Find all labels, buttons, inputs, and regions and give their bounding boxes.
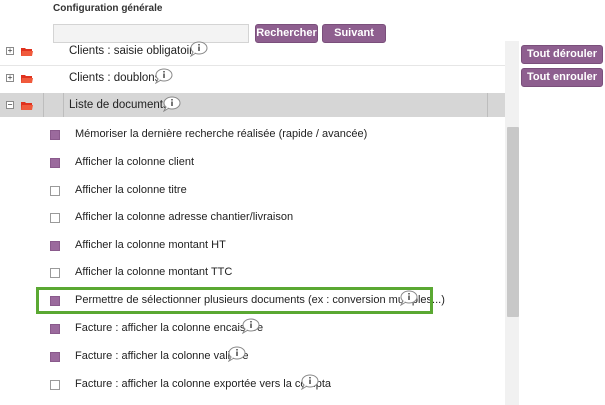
info-icon[interactable] — [189, 41, 208, 57]
setting-label: Afficher la colonne montant HT — [75, 239, 226, 251]
info-icon[interactable] — [162, 96, 181, 112]
setting-label: Afficher la colonne montant TTC — [75, 266, 233, 278]
highlight-frame — [36, 287, 433, 314]
collapse-all-button[interactable]: Tout enrouler — [521, 68, 603, 87]
info-icon[interactable] — [241, 318, 260, 334]
scrollbar-thumb[interactable] — [507, 127, 519, 317]
tree-item-row: Afficher la colonne adresse chantier/liv… — [0, 206, 505, 230]
setting-checkbox[interactable] — [50, 186, 60, 196]
info-icon[interactable] — [154, 68, 173, 84]
info-icon[interactable] — [227, 346, 246, 362]
minus-box-icon[interactable]: − — [6, 101, 14, 109]
tree-group-row-selected[interactable]: − Liste de documents — [0, 93, 505, 117]
setting-label: Facture : afficher la colonne exportée v… — [75, 378, 331, 390]
setting-label: Afficher la colonne titre — [75, 184, 187, 196]
tree-group-row[interactable]: + Clients : doublons — [0, 67, 505, 91]
folder-icon — [21, 75, 33, 83]
setting-checkbox[interactable] — [50, 158, 60, 168]
tree-group-label: Clients : doublons — [69, 72, 161, 84]
tree-item-row: Facture : afficher la colonne validée — [0, 345, 505, 369]
tree-item-row: Facture : afficher la colonne exportée v… — [0, 373, 505, 397]
plus-box-icon[interactable]: + — [6, 74, 14, 82]
tree-item-row: Afficher la colonne titre — [0, 179, 505, 203]
setting-checkbox[interactable] — [50, 380, 60, 390]
row-column-divider — [63, 93, 64, 117]
tree-item-row: Facture : afficher la colonne encaissée — [0, 317, 505, 341]
setting-checkbox[interactable] — [50, 268, 60, 278]
setting-label: Facture : afficher la colonne validée — [75, 350, 249, 362]
row-divider — [0, 65, 505, 66]
setting-checkbox[interactable] — [50, 241, 60, 251]
settings-tree: + Clients : saisie obligatoire + Clients… — [0, 41, 505, 405]
setting-label: Afficher la colonne client — [75, 156, 195, 168]
info-icon[interactable] — [300, 374, 319, 390]
setting-checkbox[interactable] — [50, 130, 60, 140]
setting-checkbox[interactable] — [50, 324, 60, 334]
tree-item-row: Afficher la colonne client — [0, 151, 505, 175]
tree-group-row[interactable]: + Clients : saisie obligatoire — [0, 41, 505, 65]
folder-icon — [21, 48, 33, 56]
tree-item-row: Mémoriser la dernière recherche réalisée… — [0, 123, 505, 147]
row-column-divider — [43, 93, 44, 117]
plus-box-icon[interactable]: + — [6, 47, 14, 55]
page-title: Configuration générale — [53, 3, 163, 14]
tree-group-label: Liste de documents — [69, 99, 169, 111]
setting-checkbox[interactable] — [50, 352, 60, 362]
setting-checkbox[interactable] — [50, 213, 60, 223]
setting-label: Afficher la colonne adresse chantier/liv… — [75, 211, 294, 223]
tree-item-row: Afficher la colonne montant HT — [0, 234, 505, 258]
setting-label: Mémoriser la dernière recherche réalisée… — [75, 128, 368, 140]
folder-icon — [21, 102, 33, 110]
expand-all-button[interactable]: Tout dérouler — [521, 45, 603, 64]
tree-group-label: Clients : saisie obligatoire — [69, 45, 200, 57]
row-column-divider — [487, 93, 488, 117]
tree-item-row: Afficher la colonne montant TTC — [0, 261, 505, 285]
setting-label: Facture : afficher la colonne encaissée — [75, 322, 264, 334]
